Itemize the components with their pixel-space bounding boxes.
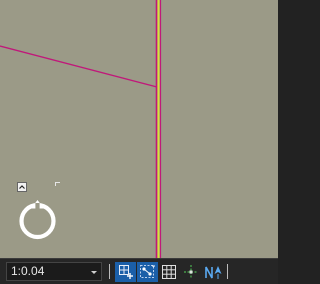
crosshair-icon [184, 265, 198, 279]
extent-plus-icon [119, 265, 133, 279]
zoom-extent-tool[interactable] [115, 262, 136, 282]
scale-value: 1:0.04 [11, 264, 45, 278]
map-view[interactable] [0, 0, 278, 258]
small-corner-icon [55, 182, 60, 186]
separator [109, 264, 110, 279]
north-arrow-tool[interactable] [203, 262, 224, 282]
scale-dropdown[interactable]: 1:0.04 [6, 262, 102, 281]
navigator-collapse-button[interactable] [17, 182, 27, 192]
diagonal-road-line [0, 45, 158, 88]
chevron-up-icon [19, 185, 25, 189]
navigator-ring-icon[interactable] [17, 199, 58, 240]
separator [227, 264, 228, 279]
cursor-coordinates-tool[interactable] [181, 262, 202, 282]
snapping-tool[interactable] [137, 262, 158, 282]
snapping-icon [140, 265, 155, 278]
grid-tool[interactable] [159, 262, 180, 282]
grid-icon [162, 265, 176, 279]
chevron-down-icon[interactable] [89, 263, 99, 280]
north-arrow-icon [205, 266, 222, 279]
status-bar: 1:0.04 [0, 258, 278, 284]
